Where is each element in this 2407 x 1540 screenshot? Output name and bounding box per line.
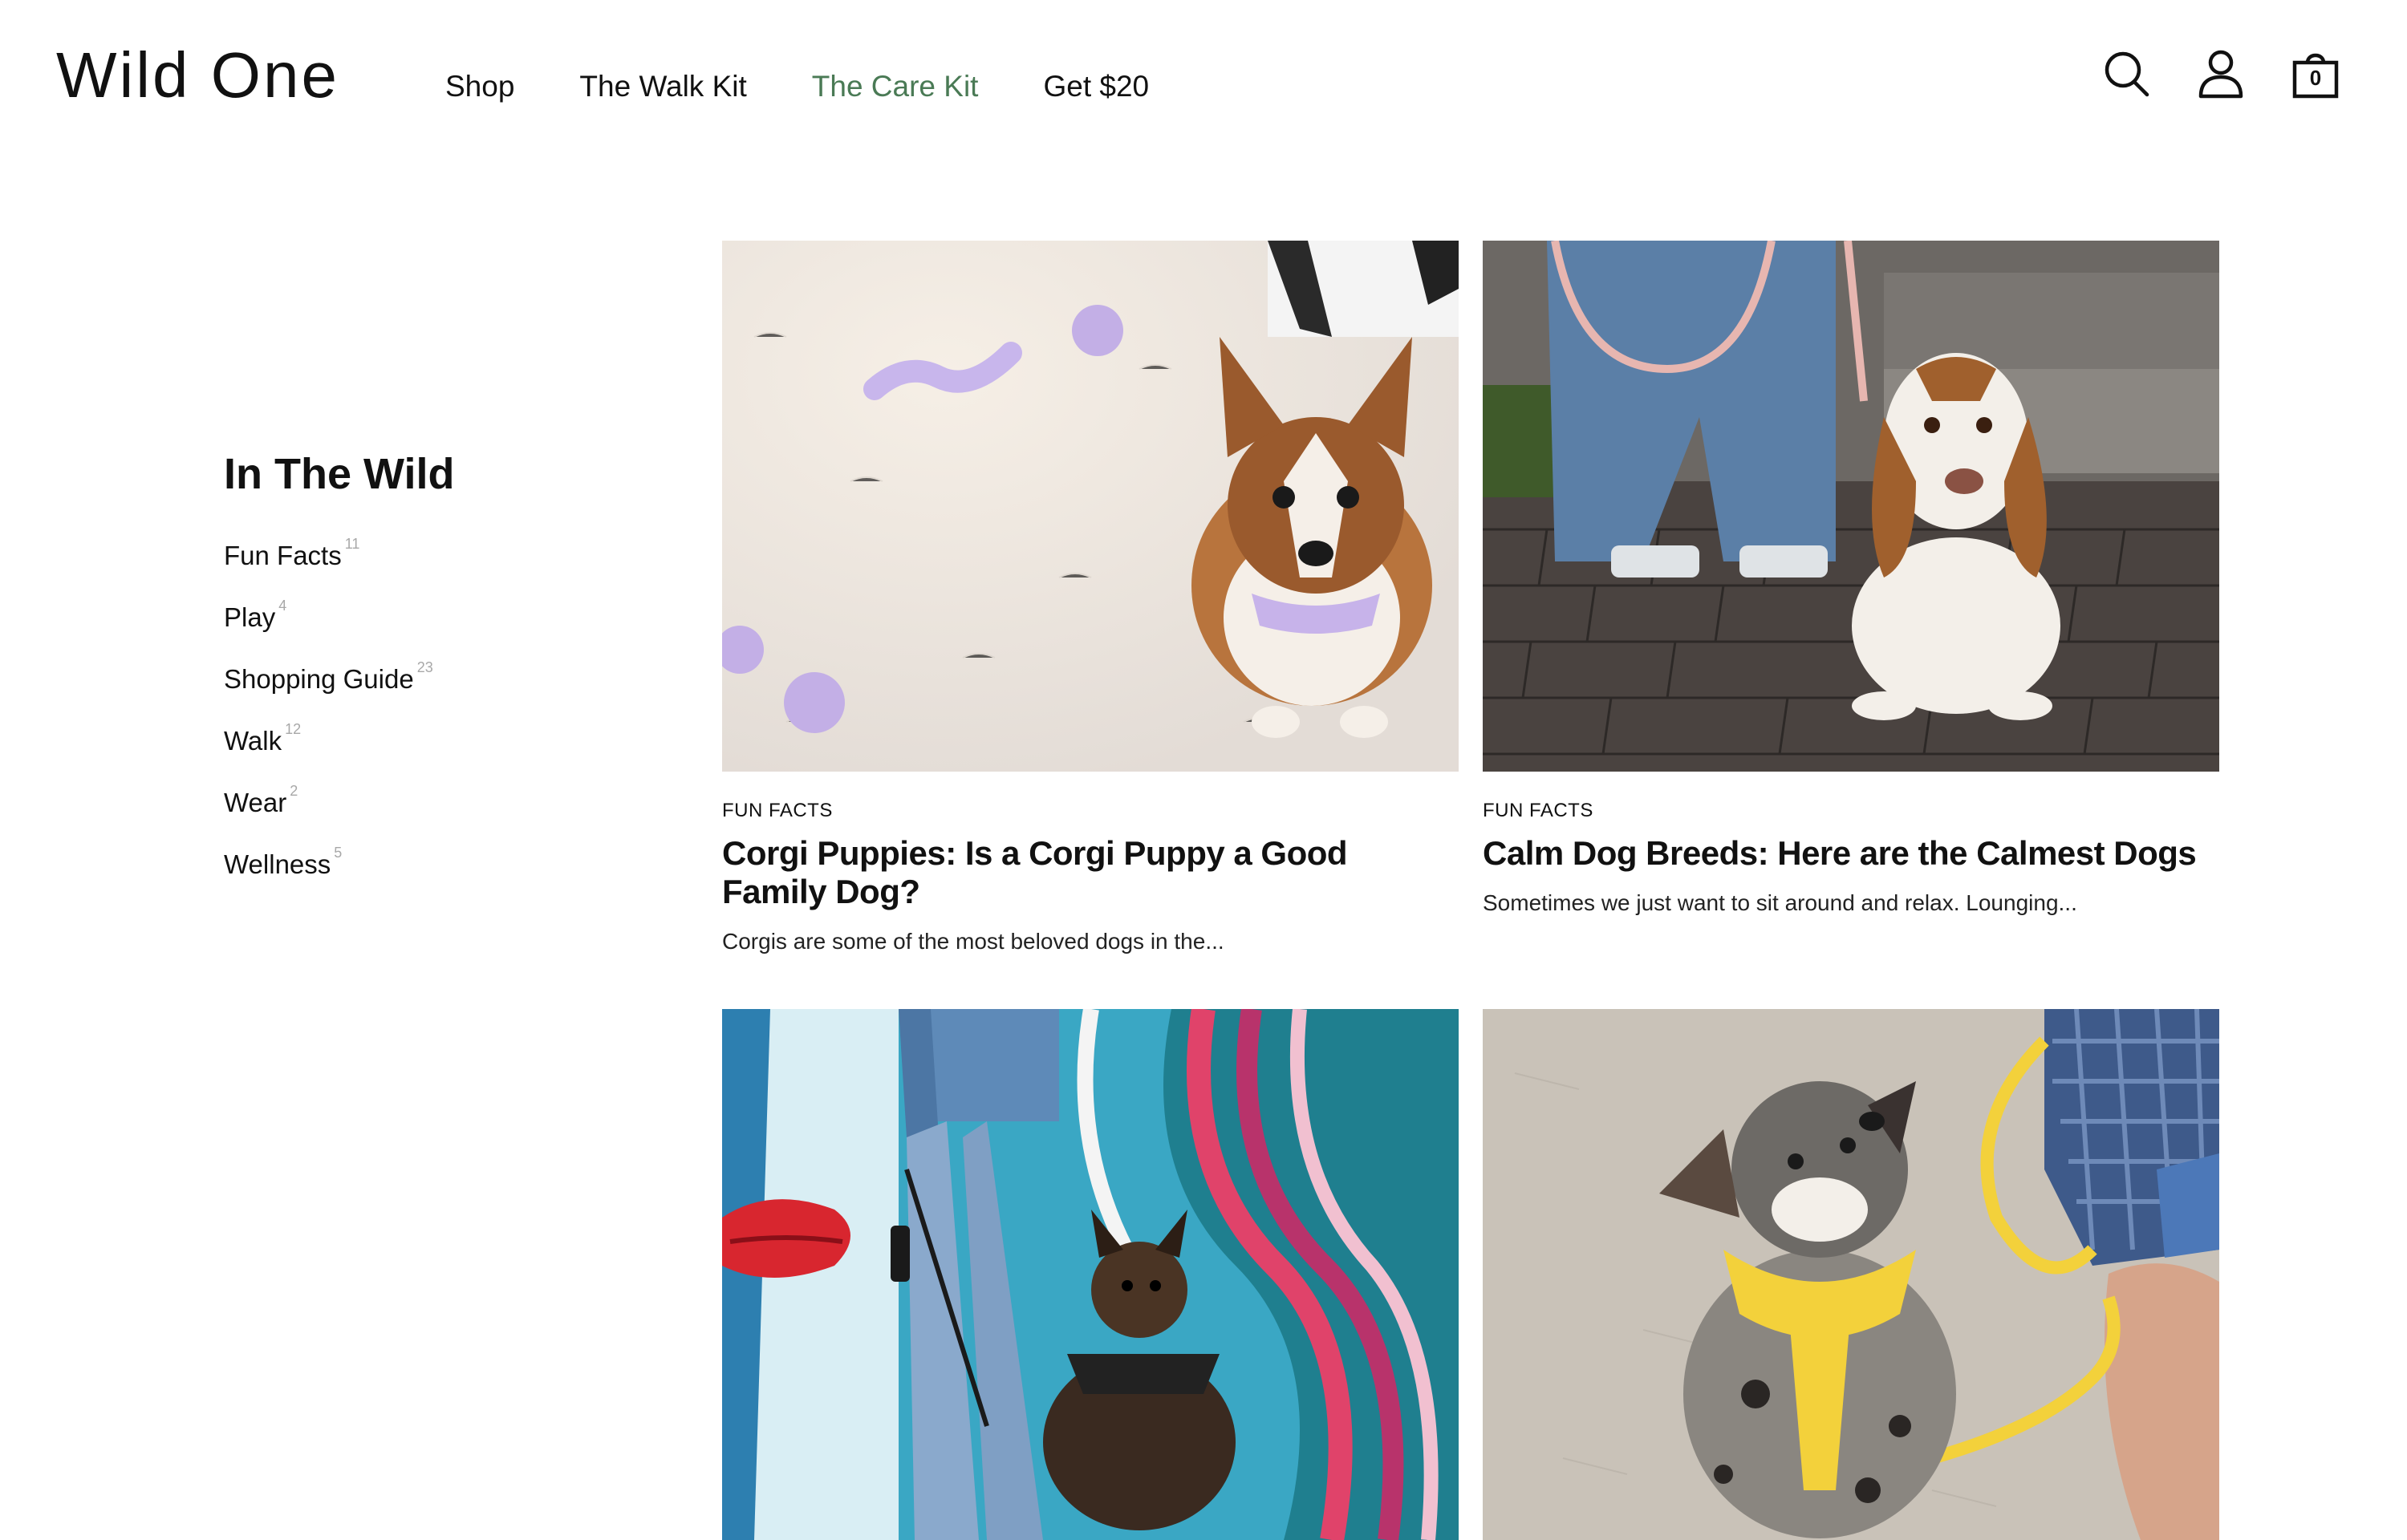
sidebar-title: In The Wild (224, 450, 455, 498)
category-wear[interactable]: Wear 2 (224, 781, 641, 819)
category-count: 5 (334, 845, 343, 861)
category-play[interactable]: Play 4 (224, 596, 641, 634)
category-label: Walk (224, 726, 282, 756)
category-count: 23 (416, 659, 433, 675)
article-excerpt: Sometimes we just want to sit around and… (1483, 890, 2077, 915)
article-card[interactable]: FUN FACTS Calm Dog Breeds: Here are the … (1483, 241, 2219, 956)
cart-count: 0 (2309, 66, 2322, 90)
article-image-basset-hound[interactable] (1483, 241, 2219, 772)
category-fun-facts[interactable]: Fun Facts 11 (224, 534, 641, 572)
article-excerpt: Corgis are some of the most beloved dogs… (722, 929, 1224, 954)
category-label: Wellness (224, 849, 331, 879)
category-label: Shopping Guide (224, 664, 414, 694)
article-category[interactable]: FUN FACTS (1483, 799, 2219, 823)
category-wellness[interactable]: Wellness 5 (224, 843, 641, 881)
article-title[interactable]: Corgi Puppies: Is a Corgi Puppy a Good F… (722, 834, 1459, 911)
article-title[interactable]: Calm Dog Breeds: Here are the Calmest Do… (1483, 834, 2219, 873)
nav-item-shop[interactable]: Shop (445, 64, 514, 109)
category-shopping-guide[interactable]: Shopping Guide 23 (224, 658, 641, 695)
search-icon[interactable] (2102, 48, 2150, 99)
header-actions: 0 (2102, 48, 2340, 99)
site-header: Wild One Shop The Walk Kit The Care Kit … (0, 0, 2407, 160)
category-count: 2 (290, 783, 298, 799)
article-card[interactable] (1483, 1009, 2219, 1540)
nav-item-care-kit[interactable]: The Care Kit (812, 64, 979, 109)
category-count: 11 (344, 536, 360, 552)
nav-item-get-20[interactable]: Get $20 (1043, 64, 1149, 109)
category-label: Fun Facts (224, 541, 342, 570)
article-image-mural-dog[interactable] (722, 1009, 1459, 1540)
nav-item-walk-kit[interactable]: The Walk Kit (579, 64, 746, 109)
shopping-bag-icon[interactable]: 0 (2291, 48, 2340, 99)
category-label: Wear (224, 788, 287, 817)
article-card[interactable]: FUN FACTS Corgi Puppies: Is a Corgi Pupp… (722, 241, 1459, 956)
article-image-corgi[interactable] (722, 241, 1459, 772)
user-icon[interactable] (2197, 48, 2245, 99)
article-grid: FUN FACTS Corgi Puppies: Is a Corgi Pupp… (722, 241, 2224, 1540)
main-nav: Shop The Walk Kit The Care Kit Get $20 (445, 64, 1214, 109)
category-walk[interactable]: Walk 12 (224, 719, 641, 757)
article-image-aussie-dog[interactable] (1483, 1009, 2219, 1540)
brand-logo[interactable]: Wild One (56, 37, 339, 114)
category-label: Play (224, 602, 276, 632)
article-category[interactable]: FUN FACTS (722, 799, 1459, 823)
category-count: 4 (278, 598, 287, 614)
blog-sidebar: In The Wild Fun Facts 11 Play 4 Shopping G… (224, 446, 641, 905)
article-card[interactable] (722, 1009, 1459, 1540)
category-count: 12 (285, 721, 302, 737)
